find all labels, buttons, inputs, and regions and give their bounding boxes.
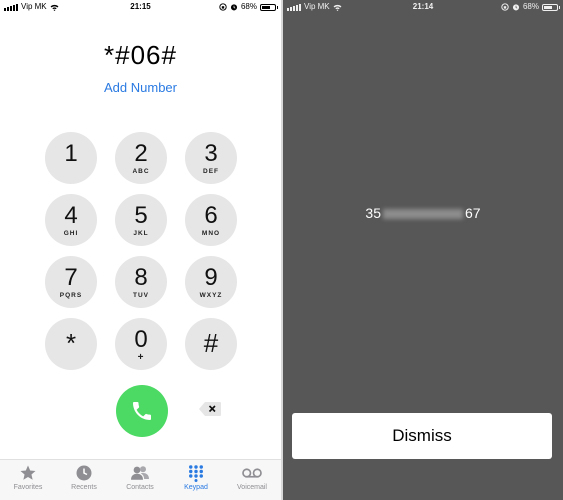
key-3[interactable]: 3 DEF xyxy=(185,132,237,184)
dismiss-button[interactable]: Dismiss xyxy=(292,413,552,459)
imei-number: 35 67 xyxy=(283,205,563,221)
rotation-lock-icon xyxy=(501,3,509,11)
key-8[interactable]: 8 TUV xyxy=(115,256,167,308)
tab-bar: Favorites Recents Contacts Keypad Voicem… xyxy=(0,459,281,500)
key-9[interactable]: 9 WXYZ xyxy=(185,256,237,308)
key-star[interactable]: * xyxy=(45,318,97,370)
battery-percent: 68% xyxy=(522,2,539,11)
star-icon xyxy=(20,465,36,480)
key-0[interactable]: 0 + xyxy=(115,318,167,370)
status-bar: Vip MK 21:14 68% xyxy=(283,0,563,14)
phone-icon xyxy=(133,402,151,420)
alarm-icon xyxy=(230,4,238,11)
call-button[interactable] xyxy=(116,385,168,437)
imei-redacted-block xyxy=(383,209,463,220)
battery-percent: 68% xyxy=(240,2,257,11)
battery-icon xyxy=(542,3,560,11)
tab-favorites[interactable]: Favorites xyxy=(0,464,56,491)
rotation-lock-icon xyxy=(219,3,227,11)
delete-button[interactable] xyxy=(198,401,222,417)
clock-icon xyxy=(76,465,92,481)
key-5[interactable]: 5 JKL xyxy=(115,194,167,246)
dialed-number: *#06# xyxy=(104,40,177,70)
voicemail-icon xyxy=(242,468,262,478)
keypad-screen: Vip MK 21:15 68% *#06# Add Number 1 2 ABC… xyxy=(0,0,281,500)
key-2[interactable]: 2 ABC xyxy=(115,132,167,184)
key-4[interactable]: 4 GHI xyxy=(45,194,97,246)
alarm-icon xyxy=(512,4,520,11)
tab-contacts[interactable]: Contacts xyxy=(112,464,168,491)
key-7[interactable]: 7 PQRS xyxy=(45,256,97,308)
tab-keypad[interactable]: Keypad xyxy=(168,464,224,491)
key-1[interactable]: 1 xyxy=(45,132,97,184)
imei-screen: Vip MK 21:14 68% 35 67 Dismiss xyxy=(283,0,563,500)
imei-suffix: 67 xyxy=(465,205,481,221)
contacts-icon xyxy=(131,466,149,480)
keypad-icon xyxy=(189,465,203,482)
imei-prefix: 35 xyxy=(365,205,381,221)
tab-voicemail[interactable]: Voicemail xyxy=(224,464,280,491)
key-6[interactable]: 6 MNO xyxy=(185,194,237,246)
status-bar: Vip MK 21:15 68% xyxy=(0,0,281,14)
tab-recents[interactable]: Recents xyxy=(56,464,112,491)
battery-icon xyxy=(260,3,278,11)
add-number-link[interactable]: Add Number xyxy=(0,80,281,95)
key-hash[interactable]: # xyxy=(185,318,237,370)
